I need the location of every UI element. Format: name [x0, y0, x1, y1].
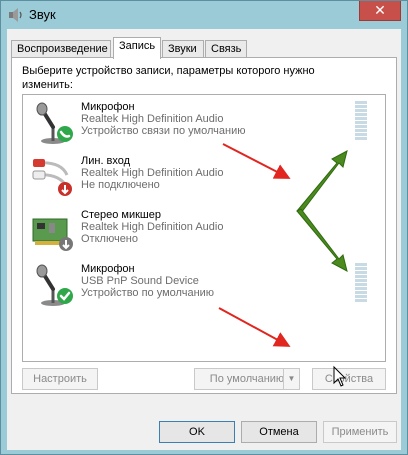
recording-panel: Выберите устройство записи, параметры ко…	[11, 57, 397, 394]
device-name: Лин. вход	[81, 155, 131, 167]
set-default-button[interactable]: По умолчанию ▼	[194, 368, 300, 390]
device-driver: USB PnP Sound Device	[81, 275, 199, 287]
properties-button[interactable]: Свойства	[312, 368, 386, 390]
speaker-icon	[9, 8, 22, 22]
tab-sounds[interactable]: Звуки	[162, 40, 204, 58]
tab-recording[interactable]: Запись	[113, 37, 161, 59]
tab-playback[interactable]: Воспроизведение	[11, 40, 111, 58]
device-driver: Realtek High Definition Audio	[81, 167, 224, 179]
configure-button[interactable]: Настроить	[22, 368, 98, 390]
device-item[interactable]: Микрофон Realtek High Definition Audio У…	[23, 97, 385, 149]
device-name: Стерео микшер	[81, 209, 161, 221]
sound-dialog: Звук ✕ Воспроизведение Запись Звуки Связ…	[0, 0, 408, 455]
device-status: Отключено	[81, 233, 138, 245]
phone-badge	[57, 126, 73, 142]
device-item[interactable]: Микрофон USB PnP Sound Device Устройство…	[23, 259, 385, 311]
set-default-label: По умолчанию	[209, 373, 285, 385]
device-name: Микрофон	[81, 263, 135, 275]
microphone-icon	[36, 102, 73, 144]
device-name: Микрофон	[81, 101, 135, 113]
title-bar[interactable]: Звук ✕	[1, 1, 407, 29]
device-driver: Realtek High Definition Audio	[81, 113, 224, 125]
device-status: Устройство связи по умолчанию	[81, 125, 246, 137]
tab-communications[interactable]: Связь	[205, 40, 247, 58]
level-meter	[355, 263, 367, 303]
level-meter	[355, 101, 367, 141]
instruction-text: Выберите устройство записи, параметры ко…	[22, 65, 315, 91]
device-status: Устройство по умолчанию	[81, 287, 215, 299]
cancel-button[interactable]: Отмена	[241, 421, 317, 443]
device-item[interactable]: Лин. вход Realtek High Definition Audio …	[23, 151, 385, 203]
chevron-down-icon[interactable]: ▼	[283, 369, 299, 389]
device-status: Не подключено	[81, 179, 160, 191]
microphone-icon	[36, 264, 73, 306]
dialog-body: Воспроизведение Запись Звуки Связь Выбер…	[7, 29, 401, 450]
window-title: Звук	[29, 7, 56, 22]
device-list[interactable]: Микрофон Realtek High Definition Audio У…	[22, 94, 386, 362]
sound-card-icon	[32, 218, 73, 251]
rca-cable-icon	[32, 159, 72, 196]
device-driver: Realtek High Definition Audio	[81, 221, 224, 233]
close-button[interactable]: ✕	[359, 1, 401, 21]
device-item[interactable]: Стерео микшер Realtek High Definition Au…	[23, 205, 385, 257]
ok-button[interactable]: OK	[159, 421, 235, 443]
apply-button[interactable]: Применить	[323, 421, 397, 443]
